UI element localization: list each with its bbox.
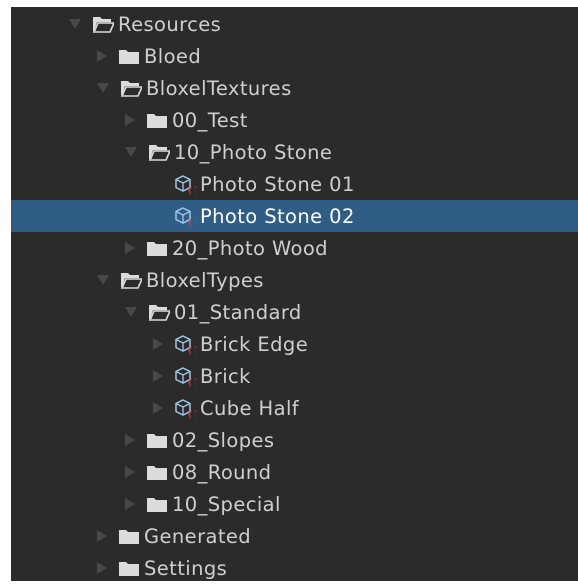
tree-item[interactable]: Settings <box>11 552 578 584</box>
tree-item[interactable]: 02_Slopes <box>11 424 578 456</box>
svg-text:{}: {} <box>187 186 196 195</box>
svg-text:{}: {} <box>187 346 196 355</box>
tree-item[interactable]: 08_Round <box>11 456 578 488</box>
tree-item[interactable]: BloxelTextures <box>11 72 578 104</box>
expand-arrow-right-icon[interactable] <box>97 530 107 542</box>
expand-arrow-right-icon[interactable] <box>125 434 135 446</box>
tree-item-label: BloxelTypes <box>146 268 264 292</box>
tree-item-label: Brick Edge <box>200 332 309 356</box>
tree-item-label: BloxelTextures <box>146 76 292 100</box>
expand-arrow-right-icon[interactable] <box>125 114 135 126</box>
tree-item[interactable]: 10_Special <box>11 488 578 520</box>
expand-arrow-right-icon[interactable] <box>97 50 107 62</box>
tree-item[interactable]: {} Photo Stone 02 <box>11 200 578 232</box>
project-tree-panel[interactable]: Resources Bloed BloxelTextures 00_Test 10_Ph… <box>11 7 578 581</box>
folder-open-icon <box>92 15 114 33</box>
tree-item-label: 00_Test <box>172 108 248 132</box>
tree-item[interactable]: {} Photo Stone 01 <box>11 168 578 200</box>
folder-open-icon <box>120 271 142 289</box>
svg-text:{}: {} <box>187 218 196 227</box>
svg-text:{}: {} <box>187 378 196 387</box>
tree-item-label: Brick <box>200 364 251 388</box>
tree-item[interactable]: BloxelTypes <box>11 264 578 296</box>
folder-icon <box>146 431 168 449</box>
folder-icon <box>146 463 168 481</box>
prefab-asset-icon: {} <box>174 335 196 355</box>
expand-arrow-right-icon[interactable] <box>125 498 135 510</box>
folder-icon <box>146 111 168 129</box>
tree-item[interactable]: 20_Photo Wood <box>11 232 578 264</box>
folder-open-icon <box>148 143 170 161</box>
prefab-asset-icon: {} <box>174 367 196 387</box>
tree-item[interactable]: Bloed <box>11 40 578 72</box>
expand-arrow-right-icon[interactable] <box>153 402 163 414</box>
prefab-asset-icon: {} <box>174 399 196 419</box>
tree-item[interactable]: Generated <box>11 520 578 552</box>
folder-icon <box>146 239 168 257</box>
tree-item[interactable]: {} Cube Half <box>11 392 578 424</box>
tree-item[interactable]: 01_Standard <box>11 296 578 328</box>
folder-icon <box>118 559 140 577</box>
expand-arrow-right-icon[interactable] <box>97 562 107 574</box>
folder-open-icon <box>120 79 142 97</box>
expand-arrow-down-icon[interactable] <box>69 19 81 29</box>
tree-item[interactable]: {} Brick <box>11 360 578 392</box>
expand-arrow-down-icon[interactable] <box>125 147 137 157</box>
expand-arrow-down-icon[interactable] <box>97 275 109 285</box>
expand-arrow-down-icon[interactable] <box>97 83 109 93</box>
svg-text:{}: {} <box>187 410 196 419</box>
prefab-asset-icon: {} <box>174 175 196 195</box>
tree-item-label: Resources <box>118 12 222 36</box>
expand-arrow-right-icon[interactable] <box>125 242 135 254</box>
tree-item-label: 10_Photo Stone <box>174 140 333 164</box>
tree-item[interactable]: 10_Photo Stone <box>11 136 578 168</box>
folder-icon <box>118 527 140 545</box>
tree-item-label: Cube Half <box>200 396 300 420</box>
tree-item[interactable]: {} Brick Edge <box>11 328 578 360</box>
folder-icon <box>118 47 140 65</box>
tree-item-label: Generated <box>144 524 252 548</box>
tree-item[interactable]: 00_Test <box>11 104 578 136</box>
tree-item-label: Photo Stone 02 <box>200 204 355 228</box>
tree-item-label: Settings <box>144 556 228 580</box>
expand-arrow-right-icon[interactable] <box>153 338 163 350</box>
tree-item[interactable]: Resources <box>11 8 578 40</box>
tree-item-label: 10_Special <box>172 492 281 516</box>
tree-item-label: 01_Standard <box>174 300 302 324</box>
prefab-asset-icon: {} <box>174 207 196 227</box>
tree-item-label: 20_Photo Wood <box>172 236 328 260</box>
expand-arrow-right-icon[interactable] <box>125 466 135 478</box>
tree-item-label: Photo Stone 01 <box>200 172 355 196</box>
expand-arrow-right-icon[interactable] <box>153 370 163 382</box>
tree-item-label: Bloed <box>144 44 202 68</box>
tree-item-label: 08_Round <box>172 460 272 484</box>
folder-open-icon <box>148 303 170 321</box>
folder-icon <box>146 495 168 513</box>
tree-item-label: 02_Slopes <box>172 428 275 452</box>
expand-arrow-down-icon[interactable] <box>125 307 137 317</box>
